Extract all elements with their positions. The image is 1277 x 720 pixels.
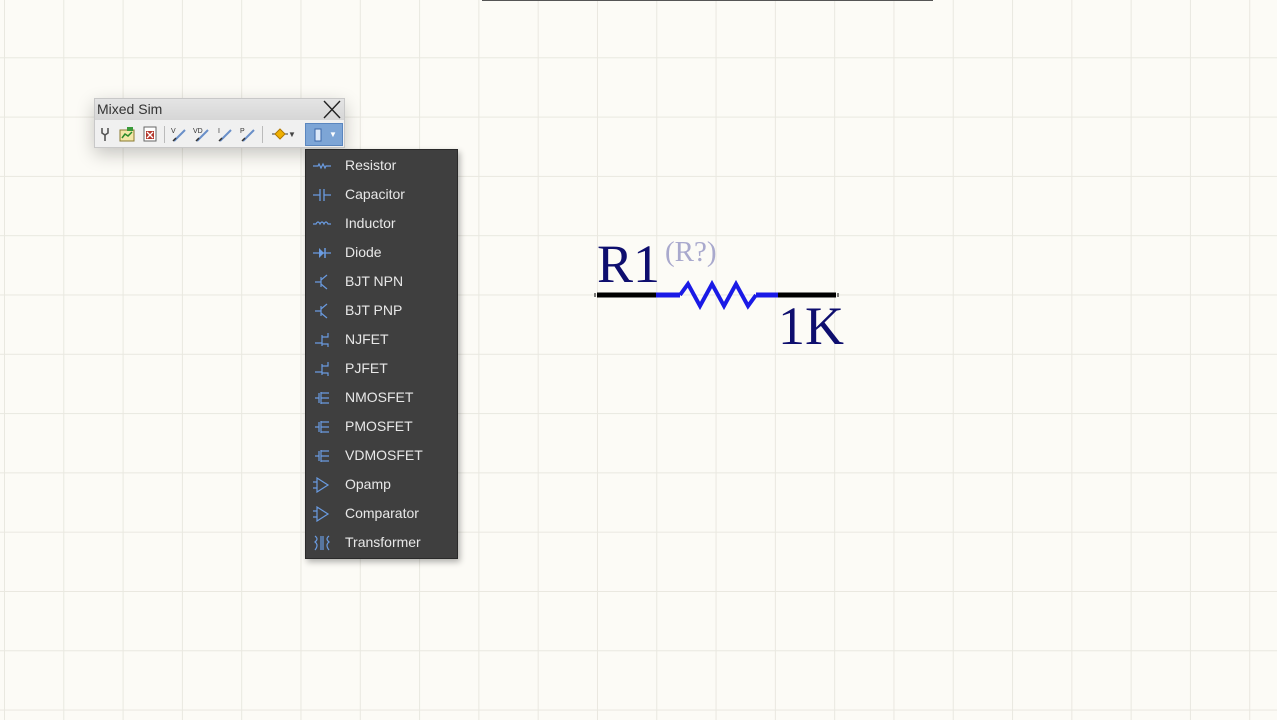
menu-item-transformer[interactable]: Transformer [306, 528, 457, 557]
menu-item-capacitor[interactable]: Capacitor [306, 180, 457, 209]
menu-item-vdmosfet[interactable]: VDMOSFET [306, 441, 457, 470]
pmosfet-icon [315, 421, 329, 433]
probe-icon[interactable] [95, 124, 115, 144]
menu-item-label: Transformer [345, 534, 421, 550]
inductor-icon [313, 221, 331, 226]
resistor-icon [313, 162, 331, 170]
menu-item-pjfet[interactable]: PJFET [306, 354, 457, 383]
toolbar-title-bar[interactable]: Mixed Sim [95, 99, 344, 120]
diode-icon [313, 248, 331, 258]
menu-item-label: PJFET [345, 360, 388, 376]
menu-item-label: PMOSFET [345, 418, 413, 434]
svg-text:P: P [240, 128, 245, 135]
source-icon [272, 128, 289, 140]
current-probe-icon[interactable]: I [215, 124, 235, 144]
chevron-down-icon: ▼ [288, 129, 296, 139]
menu-item-label: Capacitor [345, 186, 405, 202]
menu-item-label: BJT NPN [345, 273, 404, 289]
menu-item-inductor[interactable]: Inductor [306, 209, 457, 238]
opamp-icon [313, 477, 330, 493]
resistor-designator[interactable]: R1 [597, 233, 660, 295]
menu-item-label: Opamp [345, 476, 391, 492]
toolbar-separator [164, 126, 165, 143]
menu-item-label: NMOSFET [345, 389, 414, 405]
toolbar-title: Mixed Sim [97, 101, 163, 117]
pjfet-icon [315, 362, 329, 376]
resistor-value[interactable]: 1K [778, 295, 844, 357]
differential-voltage-probe-icon[interactable]: VD [192, 124, 212, 144]
njfet-icon [315, 333, 329, 347]
menu-item-resistor[interactable]: Resistor [306, 151, 457, 180]
menu-item-label: Inductor [345, 215, 396, 231]
voltage-probe-icon[interactable]: V [169, 124, 189, 144]
menu-item-bjt-pnp[interactable]: BJT PNP [306, 296, 457, 325]
chevron-down-icon: ▼ [329, 130, 337, 139]
source-dropdown[interactable]: ▼ [267, 124, 301, 144]
menu-item-label: Comparator [345, 505, 419, 521]
menu-item-label: Resistor [345, 157, 397, 173]
components-icon [314, 128, 322, 141]
menu-item-diode[interactable]: Diode [306, 238, 457, 267]
menu-item-nmosfet[interactable]: NMOSFET [306, 383, 457, 412]
transformer-icon [314, 535, 330, 551]
components-menu: Resistor Capacitor Inductor Diode BJT NP… [305, 149, 458, 559]
svg-text:VD: VD [193, 128, 203, 135]
mixed-sim-toolbar[interactable]: Mixed Sim V VD I P ▼ ▼ [94, 98, 345, 148]
menu-item-label: BJT PNP [345, 302, 403, 318]
bjt-npn-icon [315, 274, 328, 290]
vdmosfet-icon [315, 450, 329, 462]
menu-item-comparator[interactable]: Comparator [306, 499, 457, 528]
menu-item-opamp[interactable]: Opamp [306, 470, 457, 499]
spreadsheet-icon[interactable] [140, 124, 160, 144]
resistor-zigzag [678, 279, 758, 311]
comparator-icon [313, 506, 330, 522]
menu-item-njfet[interactable]: NJFET [306, 325, 457, 354]
menu-item-bjt-npn[interactable]: BJT NPN [306, 267, 457, 296]
menu-item-pmosfet[interactable]: PMOSFET [306, 412, 457, 441]
capacitor-icon [313, 189, 331, 201]
svg-text:V: V [171, 128, 176, 135]
toolbar-buttons: V VD I P ▼ ▼ [95, 122, 344, 148]
nmosfet-icon [315, 392, 329, 404]
toolbar-separator [262, 126, 263, 143]
menu-item-label: VDMOSFET [345, 447, 423, 463]
menu-item-label: NJFET [345, 331, 389, 347]
bjt-pnp-icon [315, 303, 328, 319]
svg-text:I: I [218, 128, 220, 135]
menu-item-label: Diode [345, 244, 382, 260]
components-dropdown[interactable]: ▼ [305, 123, 343, 146]
close-icon[interactable] [322, 100, 342, 119]
sim-dashboard-icon[interactable] [117, 124, 137, 144]
power-probe-icon[interactable]: P [238, 124, 258, 144]
